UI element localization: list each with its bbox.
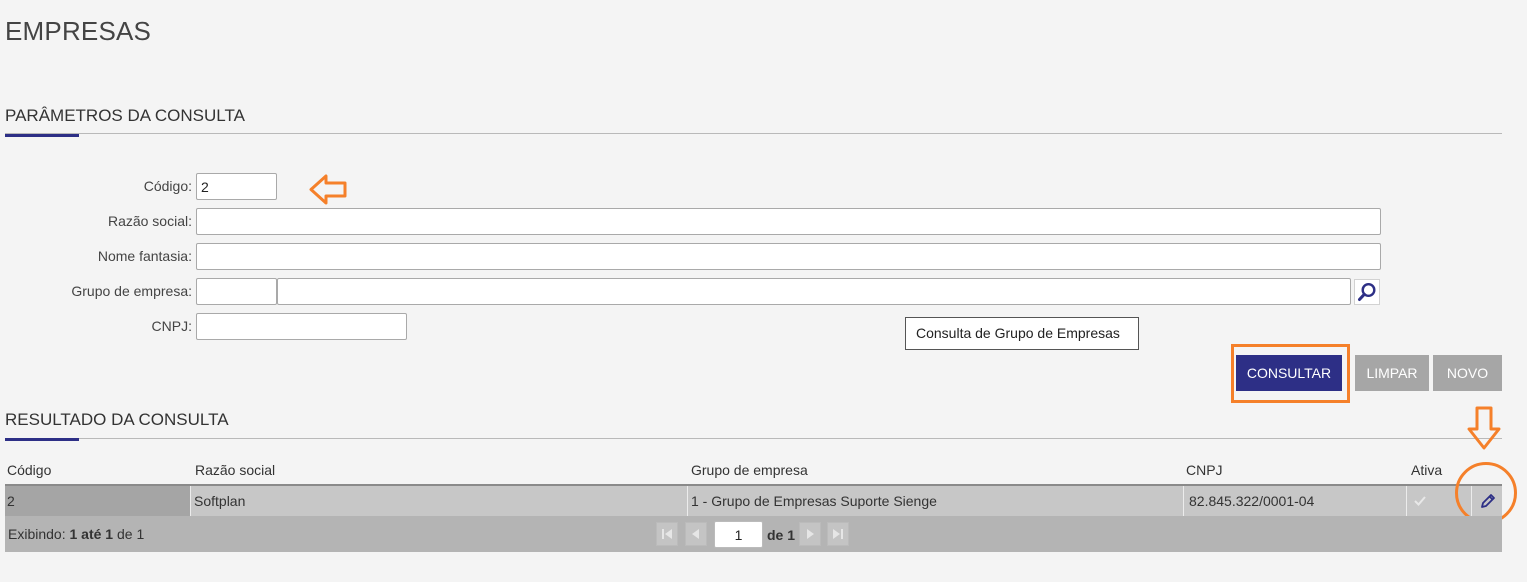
pager-prefix: Exibindo: xyxy=(8,526,66,542)
table-cell-grupo-empresa: 1 - Grupo de Empresas Suporte Sienge xyxy=(691,493,937,509)
table-cell-razao-social: Softplan xyxy=(194,493,246,509)
column-header-cnpj[interactable]: CNPJ xyxy=(1186,462,1223,478)
cnpj-label: CNPJ: xyxy=(151,318,192,334)
codigo-label: Código: xyxy=(143,178,192,194)
params-section-divider xyxy=(5,133,1502,134)
pager-de: de xyxy=(116,526,133,542)
cell-divider xyxy=(190,486,191,516)
table-cell-cnpj: 82.845.322/0001-04 xyxy=(1189,493,1315,509)
results-section-accent xyxy=(5,438,79,441)
razao-social-label: Razão social: xyxy=(107,213,192,229)
last-page-button[interactable] xyxy=(827,522,849,546)
first-page-button[interactable] xyxy=(656,522,678,546)
arrow-down-icon xyxy=(1467,406,1501,450)
pager-summary: Exibindo: 1 até 1 de 1 xyxy=(8,526,144,542)
grupo-empresa-code-input[interactable] xyxy=(196,278,277,305)
nome-fantasia-input[interactable] xyxy=(196,243,1381,270)
page-count-text: de 1 xyxy=(767,527,796,543)
limpar-button[interactable]: LIMPAR xyxy=(1355,355,1429,391)
nome-fantasia-label: Nome fantasia: xyxy=(97,248,192,264)
cell-divider xyxy=(1406,486,1407,516)
params-section-accent xyxy=(5,134,79,137)
pager-from: 1 xyxy=(69,526,78,542)
cnpj-input[interactable] xyxy=(196,313,407,340)
pager-total: 1 xyxy=(136,526,145,542)
page-title: EMPRESAS xyxy=(5,16,152,46)
edit-highlight-circle xyxy=(1455,462,1517,524)
grupo-empresa-name-input[interactable] xyxy=(277,278,1351,305)
page-number-input[interactable] xyxy=(714,521,763,548)
grupo-empresa-search-button[interactable] xyxy=(1354,279,1380,305)
pager-to: 1 xyxy=(105,526,114,542)
next-page-button[interactable] xyxy=(799,522,821,546)
checkmark-icon xyxy=(1414,496,1426,506)
codigo-input[interactable] xyxy=(196,173,277,200)
results-section-divider xyxy=(5,438,1502,439)
novo-button[interactable]: NOVO xyxy=(1433,355,1502,391)
last-page-icon xyxy=(833,529,843,539)
cell-divider xyxy=(687,486,688,516)
grupo-empresa-tooltip: Consulta de Grupo de Empresas xyxy=(905,317,1139,350)
first-page-icon xyxy=(662,529,672,539)
pager-ate: até xyxy=(81,526,102,542)
next-page-icon xyxy=(807,529,814,539)
arrow-left-icon xyxy=(309,174,347,205)
page-count-label: de 1 xyxy=(767,527,795,543)
cell-divider xyxy=(1183,486,1184,516)
results-section-title: RESULTADO DA CONSULTA xyxy=(5,410,229,429)
params-section-title: PARÂMETROS DA CONSULTA xyxy=(5,106,245,125)
search-icon xyxy=(1358,282,1376,301)
prev-page-button[interactable] xyxy=(685,522,707,546)
table-cell-codigo: 2 xyxy=(7,493,15,509)
consultar-highlight-box xyxy=(1231,344,1350,403)
column-header-razao-social[interactable]: Razão social xyxy=(195,462,275,478)
grupo-empresa-label: Grupo de empresa: xyxy=(71,283,192,299)
table-row-codigo-cell xyxy=(5,486,190,516)
column-header-grupo-empresa[interactable]: Grupo de empresa xyxy=(691,462,808,478)
column-header-codigo[interactable]: Código xyxy=(7,462,51,478)
prev-page-icon xyxy=(692,529,699,539)
razao-social-input[interactable] xyxy=(196,208,1381,235)
column-header-ativa[interactable]: Ativa xyxy=(1411,462,1442,478)
